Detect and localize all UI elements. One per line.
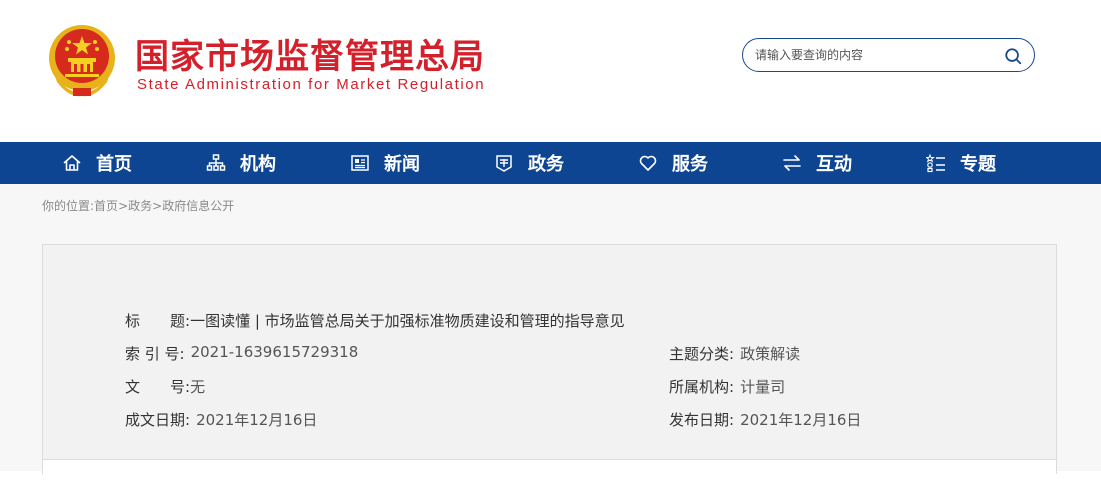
nav-item-label: 首页 bbox=[96, 154, 132, 175]
nav-item-label: 互动 bbox=[816, 154, 852, 175]
doc-number: 无 bbox=[190, 378, 206, 396]
breadcrumb-gov-info-public[interactable]: 政府信息公开 bbox=[162, 199, 234, 213]
nav-item-home[interactable]: 首页 bbox=[62, 142, 132, 184]
breadcrumb-separator: > bbox=[152, 199, 163, 213]
info-label: 发布日期: bbox=[669, 411, 735, 429]
document-info-panel: 标 题: 一图读懂 | 市场监管总局关于加强标准物质建设和管理的指导意见 索 引… bbox=[42, 244, 1057, 480]
info-row-agency: 所属机构: 计量司 bbox=[669, 376, 785, 397]
category-value: 政策解读 bbox=[740, 345, 801, 363]
info-label: 标 题: bbox=[125, 312, 191, 330]
info-row-publish: 发布日期: 2021年12月16日 bbox=[669, 409, 861, 430]
info-label: 索 引 号: bbox=[125, 345, 185, 363]
national-emblem-icon[interactable] bbox=[45, 22, 119, 98]
nav-item-topics[interactable]: 专题 bbox=[926, 142, 996, 184]
breadcrumb-separator: > bbox=[118, 199, 129, 213]
info-label: 成文日期: bbox=[125, 411, 191, 429]
nav-item-label: 新闻 bbox=[384, 154, 420, 175]
breadcrumb: 你的位置:首页>政务>政府信息公开 bbox=[42, 197, 234, 214]
breadcrumb-prefix: 你的位置: bbox=[42, 199, 95, 213]
nav-item-gov-affairs[interactable]: 政务 bbox=[494, 142, 564, 184]
nav-item-label: 政务 bbox=[528, 154, 564, 175]
nav-item-news[interactable]: 新闻 bbox=[350, 142, 420, 184]
nav-item-label: 服务 bbox=[672, 154, 708, 175]
nav-item-label: 专题 bbox=[960, 154, 996, 175]
nav-item-label: 机构 bbox=[240, 154, 276, 175]
news-icon bbox=[351, 155, 369, 171]
home-icon bbox=[63, 155, 81, 171]
nav-item-org[interactable]: 机构 bbox=[206, 142, 276, 184]
breadcrumb-gov-affairs[interactable]: 政务 bbox=[128, 199, 152, 213]
search-box bbox=[742, 38, 1035, 72]
site-title-cn[interactable]: 国家市场监督管理总局 bbox=[135, 29, 485, 78]
search-input[interactable] bbox=[755, 45, 995, 65]
publish-date: 2021年12月16日 bbox=[740, 411, 862, 429]
heart-icon bbox=[639, 155, 657, 171]
nav-item-services[interactable]: 服务 bbox=[638, 142, 708, 184]
main-nav: 首页 机构 新闻 政务 服务 互动 专题 bbox=[0, 142, 1101, 184]
index-number: 2021-1639615729318 bbox=[190, 343, 359, 361]
info-label: 文 号: bbox=[125, 378, 191, 396]
search-icon[interactable] bbox=[1004, 47, 1022, 65]
info-row-date: 成文日期: 2021年12月16日 bbox=[125, 409, 317, 430]
info-row-doc-no: 文 号: 无 bbox=[125, 376, 205, 397]
panel-bottom bbox=[43, 460, 1056, 480]
info-row-index: 索 引 号: 2021-1639615729318 bbox=[125, 343, 358, 364]
breadcrumb-home[interactable]: 首页 bbox=[94, 199, 118, 213]
info-label: 主题分类: bbox=[669, 345, 735, 363]
agency-value: 计量司 bbox=[740, 378, 786, 396]
document-title: 一图读懂 | 市场监管总局关于加强标准物质建设和管理的指导意见 bbox=[190, 312, 625, 330]
topic-list-icon bbox=[926, 153, 945, 173]
exchange-icon bbox=[783, 155, 801, 171]
gov-affairs-icon bbox=[496, 155, 512, 172]
written-date: 2021年12月16日 bbox=[196, 411, 318, 429]
main-content: 你的位置:首页>政务>政府信息公开 标 题: 一图读懂 | 市场监管总局关于加强… bbox=[0, 184, 1101, 480]
info-label: 所属机构: bbox=[669, 378, 735, 396]
nav-item-interaction[interactable]: 互动 bbox=[782, 142, 852, 184]
site-title-en[interactable]: State Administration for Market Regulati… bbox=[137, 76, 485, 93]
org-chart-icon bbox=[206, 154, 226, 171]
info-row-category: 主题分类: 政策解读 bbox=[669, 343, 800, 364]
site-header: 国家市场监督管理总局 State Administration for Mark… bbox=[0, 0, 1101, 142]
info-row-title: 标 题: 一图读懂 | 市场监管总局关于加强标准物质建设和管理的指导意见 bbox=[125, 310, 625, 331]
